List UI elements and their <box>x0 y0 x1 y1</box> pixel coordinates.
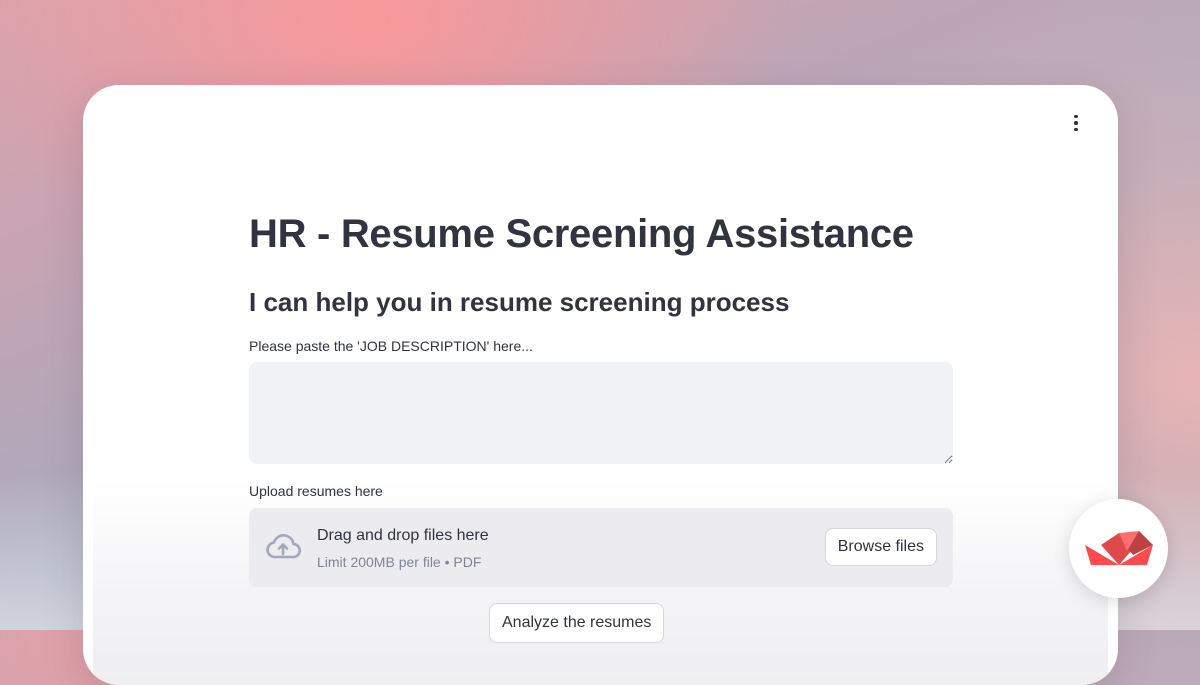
file-dropzone[interactable]: Drag and drop files here Limit 200MB per… <box>249 508 953 587</box>
main-menu-button[interactable] <box>1064 111 1088 135</box>
page-subtitle: I can help you in resume screening proce… <box>249 287 790 317</box>
vertical-dots-icon <box>1074 114 1078 119</box>
job-description-input[interactable] <box>249 362 953 464</box>
analyze-resumes-button[interactable]: Analyze the resumes <box>489 603 665 643</box>
page-title: HR - Resume Screening Assistance <box>249 212 914 256</box>
cloud-upload-icon <box>266 534 301 559</box>
upload-label: Upload resumes here <box>249 483 383 499</box>
app-window: HR - Resume Screening Assistance I can h… <box>83 85 1118 685</box>
streamlit-logo-icon <box>1084 530 1153 565</box>
dropzone-limit: Limit 200MB per file • PDF <box>317 554 482 570</box>
streamlit-badge[interactable] <box>1069 499 1168 598</box>
job-description-label: Please paste the 'JOB DESCRIPTION' here.… <box>249 338 533 354</box>
browse-files-button[interactable]: Browse files <box>824 528 937 566</box>
dropzone-instruction: Drag and drop files here <box>317 527 489 544</box>
